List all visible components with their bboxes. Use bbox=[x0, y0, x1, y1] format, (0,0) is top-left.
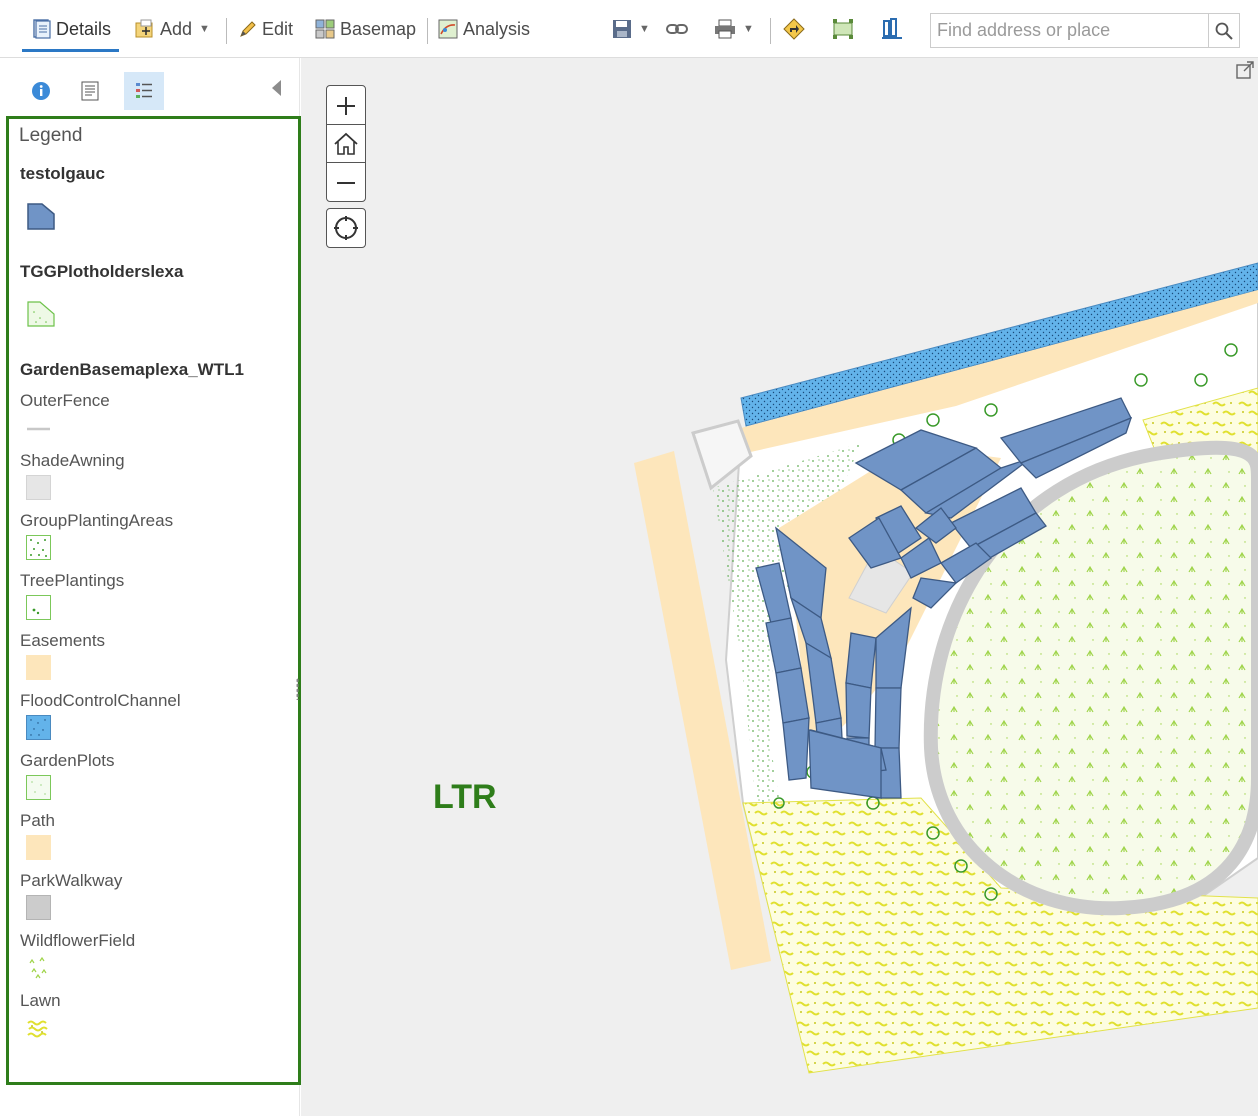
map-viewer-app: Details Add ▼ Edit Basemap Analysis ▼ ▼ … bbox=[0, 0, 1258, 1116]
measure-button[interactable] bbox=[832, 12, 854, 46]
tab-about[interactable] bbox=[21, 72, 61, 110]
outer-fence-swatch bbox=[27, 427, 50, 431]
park-walkway-swatch bbox=[26, 895, 51, 920]
search-box bbox=[930, 13, 1240, 48]
edit-button[interactable]: Edit bbox=[239, 12, 293, 46]
info-icon bbox=[32, 82, 50, 100]
basemap-icon bbox=[315, 19, 335, 39]
locate-button[interactable] bbox=[326, 208, 366, 248]
add-label: Add bbox=[160, 18, 193, 39]
zoom-in-icon bbox=[337, 96, 355, 115]
map-view[interactable]: LTR bbox=[301, 58, 1258, 1116]
details-button[interactable]: Details bbox=[33, 12, 111, 46]
panel-resize-handle[interactable] bbox=[296, 678, 299, 700]
legend-item-label: ShadeAwning bbox=[20, 451, 125, 470]
zoom-in-button[interactable] bbox=[327, 86, 365, 125]
chevron-down-icon: ▼ bbox=[639, 23, 650, 35]
locate-icon bbox=[334, 216, 358, 240]
path-swatch bbox=[26, 835, 51, 860]
edit-icon bbox=[240, 21, 256, 37]
search-button[interactable] bbox=[1208, 14, 1239, 47]
print-icon bbox=[715, 19, 735, 39]
legend-item-label: TreePlantings bbox=[20, 571, 125, 590]
directions-icon bbox=[783, 18, 805, 40]
save-icon bbox=[613, 20, 631, 38]
analysis-button[interactable]: Analysis bbox=[438, 12, 530, 46]
add-icon bbox=[135, 19, 153, 38]
wildflower-field-swatch bbox=[29, 956, 47, 979]
legend-layer-name: TGGPlotholderslexa bbox=[20, 262, 184, 281]
basemap-label: Basemap bbox=[340, 18, 417, 39]
group-planting-swatch bbox=[26, 535, 51, 560]
print-button[interactable]: ▼ bbox=[714, 12, 754, 46]
side-panel: Legend testolgauc TGGPlotholderslexa Gar… bbox=[0, 58, 301, 1116]
legend-layer-name: testolgauc bbox=[20, 164, 106, 183]
chevron-down-icon: ▼ bbox=[743, 23, 754, 35]
share-icon bbox=[666, 24, 688, 34]
analysis-icon bbox=[438, 19, 458, 39]
legend-item-label: GroupPlantingAreas bbox=[20, 511, 174, 530]
legend-item-label: Path bbox=[20, 811, 55, 830]
toolbar-divider bbox=[427, 18, 428, 44]
ltr-annotation: LTR bbox=[433, 778, 497, 816]
analysis-label: Analysis bbox=[463, 18, 531, 39]
active-tab-indicator bbox=[22, 49, 119, 52]
share-button[interactable] bbox=[666, 12, 688, 46]
legend-item-label: ParkWalkway bbox=[20, 871, 123, 890]
search-input[interactable] bbox=[931, 14, 1209, 47]
measure-icon bbox=[833, 19, 853, 39]
directions-button[interactable] bbox=[783, 12, 805, 46]
home-icon bbox=[334, 132, 358, 155]
search-icon bbox=[1215, 22, 1233, 40]
bookmark-button[interactable] bbox=[882, 12, 902, 46]
collapse-panel-button[interactable] bbox=[272, 80, 281, 96]
garden-plots-swatch bbox=[26, 775, 51, 800]
tab-legend[interactable] bbox=[124, 72, 164, 110]
tree-plantings-swatch bbox=[26, 595, 51, 620]
bookmark-icon bbox=[882, 18, 902, 39]
legend-item-label: WildflowerField bbox=[20, 931, 136, 950]
flood-channel-swatch bbox=[26, 715, 51, 740]
plot-polygon-swatch bbox=[27, 203, 55, 230]
toolbar-divider bbox=[770, 18, 771, 44]
toolbar-divider bbox=[226, 18, 227, 44]
home-button[interactable] bbox=[327, 124, 365, 163]
side-panel-tabs bbox=[0, 58, 300, 116]
lawn-swatch bbox=[27, 1020, 48, 1038]
save-button[interactable]: ▼ bbox=[612, 12, 650, 46]
legend-panel: Legend testolgauc TGGPlotholderslexa Gar… bbox=[6, 116, 301, 1085]
add-button[interactable]: Add ▼ bbox=[135, 12, 210, 46]
edit-label: Edit bbox=[262, 18, 294, 39]
chevron-down-icon: ▼ bbox=[199, 23, 210, 35]
tab-content[interactable] bbox=[70, 72, 110, 110]
legend-item-label: Lawn bbox=[20, 991, 61, 1010]
legend-item-label: GardenPlots bbox=[20, 751, 115, 770]
legend-icon bbox=[136, 83, 152, 98]
legend-title: Legend bbox=[19, 125, 83, 146]
top-toolbar: Details Add ▼ Edit Basemap Analysis ▼ ▼ … bbox=[0, 0, 1258, 58]
plotholder-polygon-swatch bbox=[27, 301, 55, 327]
garden-map-graphic bbox=[634, 262, 1258, 1074]
legend-layer-name: GardenBasemaplexa_WTL1 bbox=[20, 360, 244, 379]
basemap-button[interactable]: Basemap bbox=[315, 12, 416, 46]
easements-swatch bbox=[26, 655, 51, 680]
zoom-controls bbox=[326, 85, 366, 202]
popout-icon[interactable] bbox=[1236, 61, 1254, 79]
content-icon bbox=[81, 81, 99, 101]
legend-item-label: OuterFence bbox=[20, 391, 110, 410]
shade-awning-swatch bbox=[26, 475, 51, 500]
legend-item-label: FloodControlChannel bbox=[20, 691, 181, 710]
legend-item-label: Easements bbox=[20, 631, 106, 650]
details-icon bbox=[33, 19, 51, 39]
details-label: Details bbox=[56, 18, 112, 39]
zoom-out-icon bbox=[337, 181, 355, 184]
zoom-out-button[interactable] bbox=[327, 163, 365, 202]
